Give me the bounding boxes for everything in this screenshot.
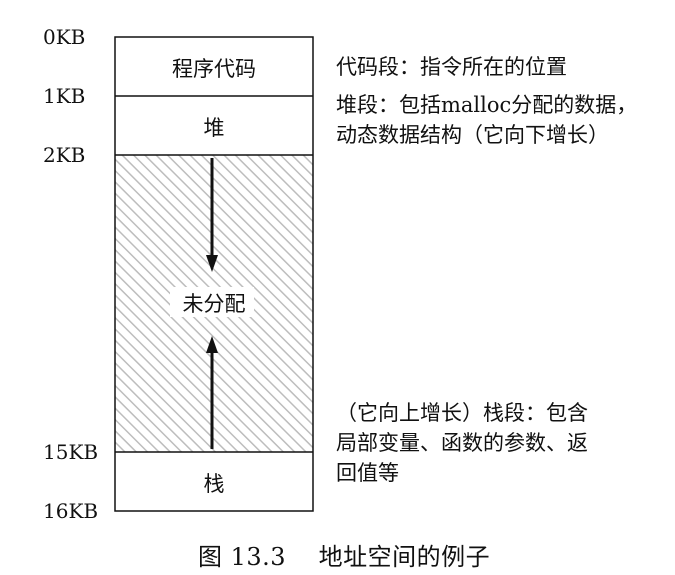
figure-caption: 图 13.3 地址空间的例子 [198,543,491,571]
address-15kb: 15KB [43,440,99,464]
stack-description: （它向上增长）栈段：包含 局部变量、函数的参数、返 回值等 [336,398,588,488]
address-0kb: 0KB [43,25,86,49]
segment-stack-label: 栈 [203,472,225,496]
segment-heap-label: 堆 [203,116,225,140]
stack-description-line3: 回值等 [336,461,399,485]
address-space-diagram [114,36,314,512]
stack-description-line2: 局部变量、函数的参数、返 [336,431,588,455]
code-description: 代码段：指令所在的位置 [336,55,567,79]
address-16kb: 16KB [43,499,99,523]
stack-description-line1: （它向上增长）栈段：包含 [336,401,588,425]
heap-description-line2: 动态数据结构（它向下增长） [336,123,609,147]
heap-description: 堆段：包括malloc分配的数据， 动态数据结构（它向下增长） [336,90,637,150]
address-1kb: 1KB [43,84,86,108]
address-2kb: 2KB [43,143,86,167]
segment-code-label: 程序代码 [172,57,256,81]
segment-free-label: 未分配 [182,292,246,316]
heap-description-line1: 堆段：包括malloc分配的数据， [336,93,638,117]
